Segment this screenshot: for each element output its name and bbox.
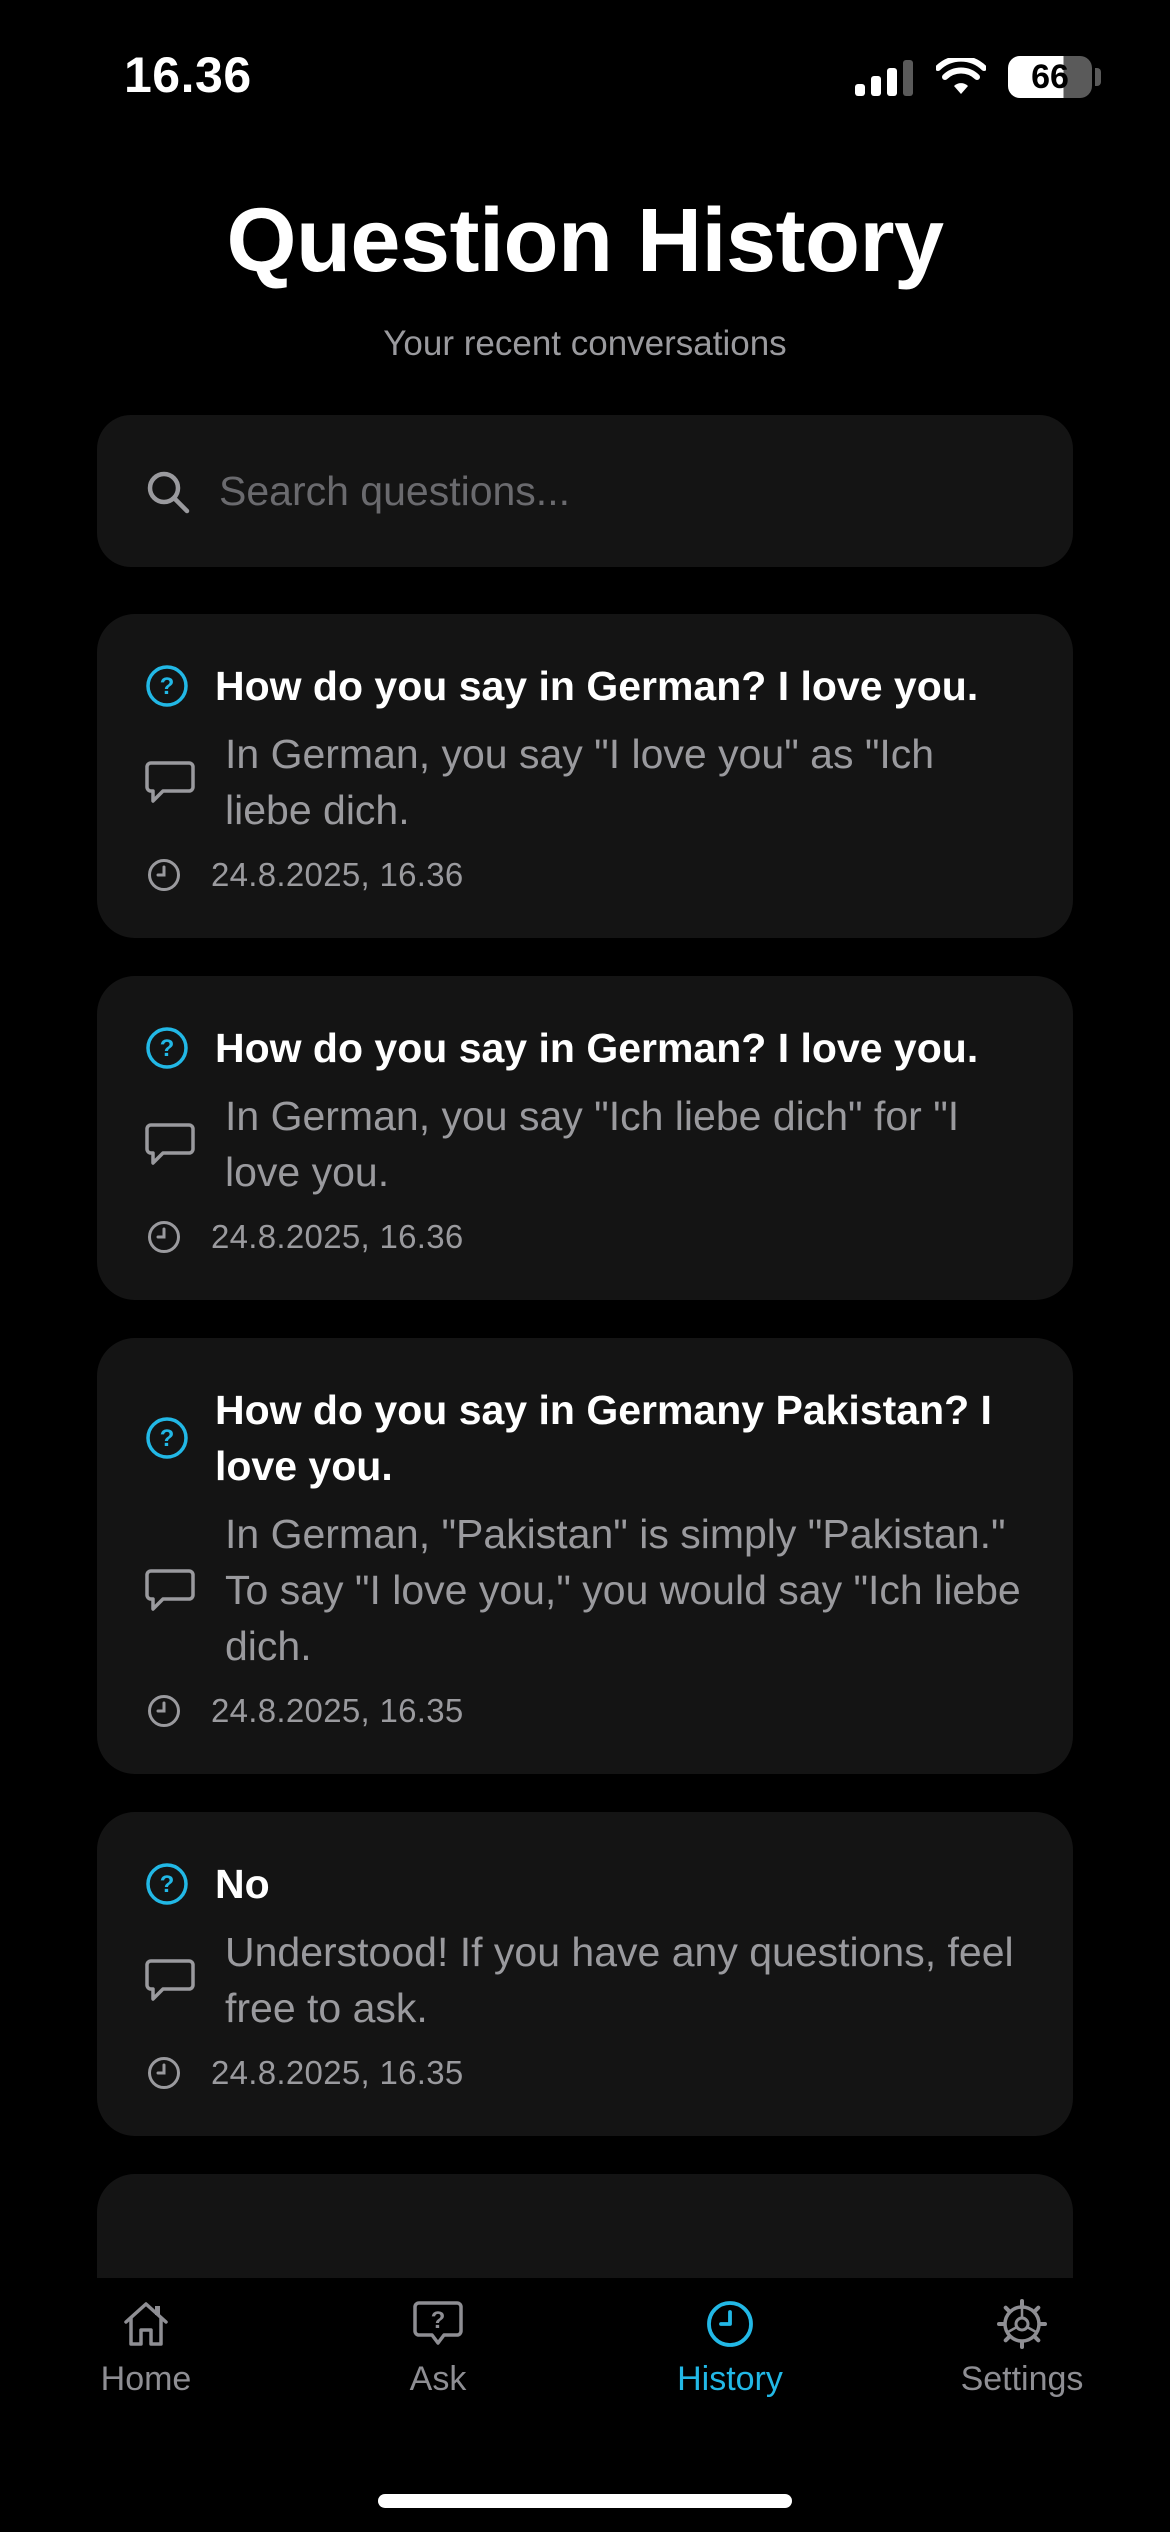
question-row: ? How do you say in Germany Pakistan? I … bbox=[145, 1382, 1025, 1494]
tab-home[interactable]: Home bbox=[26, 2298, 266, 2438]
svg-text:?: ? bbox=[160, 1035, 175, 1062]
wifi-icon bbox=[936, 58, 986, 94]
history-card[interactable]: ? How do you say in German? I love you. … bbox=[97, 614, 1073, 938]
svg-text:?: ? bbox=[160, 1425, 175, 1452]
home-icon bbox=[124, 2302, 168, 2346]
question-circle-icon: ? bbox=[146, 665, 188, 707]
tab-ask[interactable]: ? Ask bbox=[318, 2298, 558, 2438]
answer-row: Understood! If you have any questions, f… bbox=[145, 1924, 1025, 2036]
clock-icon bbox=[148, 1695, 180, 1727]
clock-icon bbox=[148, 1221, 180, 1253]
status-bar: 16.36 66 bbox=[0, 0, 1170, 150]
timestamp-row: 24.8.2025, 16.36 bbox=[145, 856, 1025, 894]
timestamp-text: 24.8.2025, 16.35 bbox=[211, 1692, 464, 1729]
gear-icon bbox=[997, 2299, 1047, 2349]
chat-bubble-icon bbox=[145, 1123, 195, 1165]
answer-text: In German, you say "I love you" as "Ich … bbox=[225, 731, 935, 833]
question-text: How do you say in German? I love you. bbox=[215, 1025, 979, 1071]
question-circle-icon: ? bbox=[146, 1863, 188, 1905]
tab-label: Ask bbox=[409, 2360, 467, 2398]
timestamp-row: 24.8.2025, 16.36 bbox=[145, 1218, 1025, 1256]
answer-text: Understood! If you have any questions, f… bbox=[225, 1929, 1014, 2031]
battery-icon: 66 bbox=[1008, 56, 1092, 98]
page-subtitle: Your recent conversations bbox=[383, 324, 787, 363]
clock-icon bbox=[148, 2057, 180, 2089]
answer-row: In German, you say "Ich liebe dich" for … bbox=[145, 1088, 1025, 1200]
search-icon bbox=[147, 471, 190, 514]
timestamp-row: 24.8.2025, 16.35 bbox=[145, 2054, 1025, 2092]
question-circle-icon: ? bbox=[146, 1027, 188, 1069]
tab-label: Settings bbox=[960, 2360, 1084, 2398]
question-circle-icon: ? bbox=[146, 1417, 188, 1459]
page-title: Question History bbox=[226, 191, 944, 291]
tab-settings[interactable]: Settings bbox=[902, 2298, 1142, 2438]
battery-level: 66 bbox=[1031, 58, 1069, 96]
clock-icon bbox=[148, 859, 180, 891]
question-row: ? No bbox=[145, 1856, 1025, 1912]
timestamp-text: 24.8.2025, 16.35 bbox=[211, 2054, 464, 2091]
chat-bubble-icon bbox=[145, 1959, 195, 2001]
question-text: How do you say in German? I love you. bbox=[215, 663, 979, 709]
search-box[interactable] bbox=[97, 415, 1073, 567]
timestamp-row: 24.8.2025, 16.35 bbox=[145, 1692, 1025, 1730]
chat-bubble-icon bbox=[145, 761, 195, 803]
svg-text:?: ? bbox=[160, 1871, 175, 1898]
timestamp-text: 24.8.2025, 16.36 bbox=[211, 1218, 464, 1255]
timestamp-text: 24.8.2025, 16.36 bbox=[211, 856, 464, 893]
history-card[interactable]: ? How do you say in Germany Pakistan? I … bbox=[97, 1338, 1073, 1774]
answer-row: In German, you say "I love you" as "Ich … bbox=[145, 726, 1025, 838]
svg-text:?: ? bbox=[160, 673, 175, 700]
tab-label: History bbox=[677, 2360, 783, 2398]
answer-row: In German, "Pakistan" is simply "Pakista… bbox=[145, 1506, 1025, 1674]
tab-label: Home bbox=[100, 2360, 192, 2398]
history-card[interactable]: ? No Understood! If you have any questio… bbox=[97, 1812, 1073, 2136]
history-card-partial[interactable] bbox=[97, 2174, 1073, 2278]
answer-text: In German, you say "Ich liebe dich" for … bbox=[225, 1093, 960, 1195]
home-indicator bbox=[378, 2494, 792, 2508]
question-text: No bbox=[215, 1861, 270, 1907]
question-text: How do you say in Germany Pakistan? I lo… bbox=[215, 1387, 992, 1489]
history-card[interactable]: ? How do you say in German? I love you. … bbox=[97, 976, 1073, 1300]
chat-bubble-icon bbox=[145, 1569, 195, 1611]
history-list[interactable]: ? How do you say in German? I love you. … bbox=[97, 614, 1073, 2278]
clock-icon bbox=[707, 2301, 753, 2347]
answer-text: In German, "Pakistan" is simply "Pakista… bbox=[225, 1511, 1021, 1669]
battery-cap bbox=[1095, 68, 1101, 86]
cellular-signal-icon bbox=[855, 60, 913, 96]
question-row: ? How do you say in German? I love you. bbox=[145, 658, 1025, 714]
status-time: 16.36 bbox=[124, 47, 252, 103]
tab-history[interactable]: History bbox=[610, 2298, 850, 2438]
question-bubble-icon: ? bbox=[413, 2301, 463, 2345]
svg-text:?: ? bbox=[431, 2307, 446, 2334]
question-row: ? How do you say in German? I love you. bbox=[145, 1020, 1025, 1076]
search-input[interactable] bbox=[219, 455, 1019, 527]
